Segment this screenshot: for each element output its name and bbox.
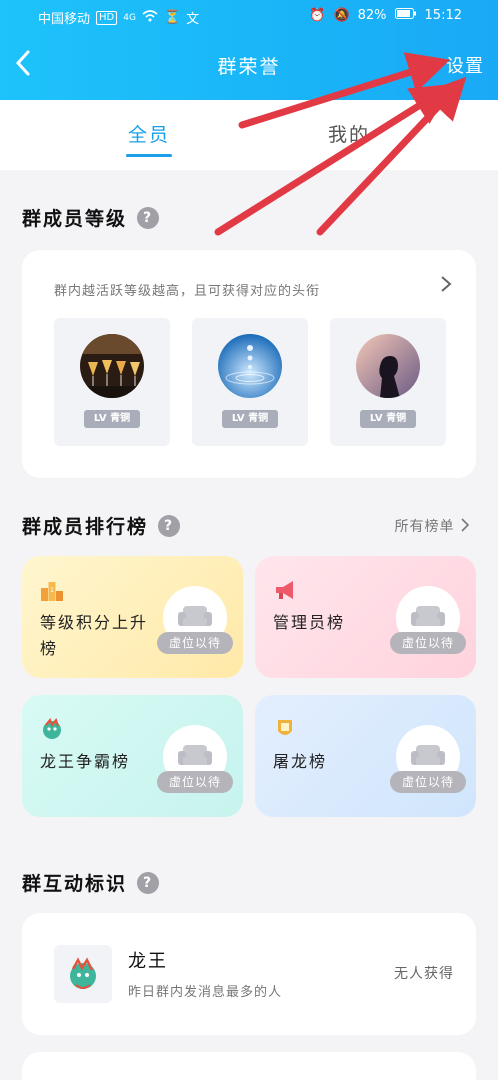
interaction-name: 龙王	[128, 951, 168, 972]
drinks-photo	[80, 334, 144, 398]
sofa-icon	[178, 745, 212, 765]
hd-badge: HD	[96, 10, 118, 25]
carrier-label: 中国移动	[38, 12, 91, 27]
translate-icon: 文	[186, 12, 200, 27]
silhouette-photo	[356, 334, 420, 398]
title-bar: 群荣誉 设置	[0, 46, 498, 86]
ranking-section-title: 群成员排行榜 ?	[22, 512, 181, 539]
levels-title-text: 群成员等级	[22, 208, 128, 230]
wifi-icon	[142, 9, 158, 26]
dragon-icon	[54, 945, 112, 1003]
medal-icon	[273, 717, 295, 739]
rank-card-dragon-king[interactable]: 龙王争霸榜 虚位以待	[22, 695, 243, 817]
avatar	[80, 334, 144, 398]
rank-label: 管理员榜	[273, 613, 346, 632]
status-bar: 中国移动 HD 4G ⏳ 文 ⏰ 🔕 82% 15:12	[0, 8, 498, 28]
levels-description: 群内越活跃等级越高，且可获得对应的头衔	[54, 284, 321, 299]
clock-label: 15:12	[424, 8, 462, 23]
all-lists-link[interactable]: 所有榜单	[395, 516, 470, 536]
rank-label: 屠龙榜	[273, 752, 328, 771]
settings-button[interactable]: 设置	[446, 52, 484, 78]
vacant-badge: 虚位以待	[390, 632, 466, 654]
sofa-icon	[411, 745, 445, 765]
rank-label: 龙王争霸榜	[40, 752, 131, 771]
interaction-description: 昨日群内发消息最多的人	[128, 985, 283, 1000]
chevron-right-icon	[460, 518, 470, 535]
svg-text:1: 1	[50, 587, 54, 594]
rank-card-admin[interactable]: 管理员榜 虚位以待	[255, 556, 476, 678]
tab-all[interactable]: 全员	[128, 120, 170, 147]
network-label: 4G	[123, 12, 136, 23]
chevron-right-icon[interactable]	[440, 274, 452, 298]
header-bar: 中国移动 HD 4G ⏳ 文 ⏰ 🔕 82% 15:12 群荣誉 设置	[0, 0, 498, 100]
dragon-icon	[40, 717, 62, 739]
rank-card-level-rise[interactable]: 1 等级积分上升榜 虚位以待	[22, 556, 243, 678]
megaphone-icon	[273, 578, 295, 600]
level-badge: LV 青铜	[222, 410, 278, 428]
levels-card[interactable]: 群内越活跃等级越高，且可获得对应的头衔 LV 青铜 LV 青铜 LV 青铜	[22, 250, 476, 478]
mute-icon: 🔕	[333, 8, 350, 23]
level-badge: LV 青铜	[360, 410, 416, 428]
interaction-card[interactable]: 龙王 昨日群内发消息最多的人 无人获得	[22, 913, 476, 1035]
level-badge: LV 青铜	[84, 410, 140, 428]
rank-label: 等级积分上升榜	[40, 613, 149, 658]
sofa-icon	[178, 606, 212, 626]
sofa-icon	[411, 606, 445, 626]
ranking-title-text: 群成员排行榜	[22, 516, 149, 538]
tab-bar: 全员 我的	[0, 100, 498, 170]
tab-underline	[126, 154, 172, 157]
level-item[interactable]: LV 青铜	[192, 318, 308, 446]
battery-icon	[394, 8, 417, 23]
avatar	[218, 334, 282, 398]
all-lists-label: 所有榜单	[394, 519, 455, 535]
hourglass-icon: ⏳	[163, 10, 181, 25]
help-icon[interactable]: ?	[137, 206, 160, 229]
vacant-badge: 虚位以待	[157, 771, 233, 793]
level-item[interactable]: LV 青铜	[330, 318, 446, 446]
interaction-section-title: 群互动标识 ?	[22, 869, 160, 896]
alarm-icon: ⏰	[309, 8, 326, 23]
help-icon[interactable]: ?	[137, 871, 160, 894]
help-icon[interactable]: ?	[158, 514, 181, 537]
rank-card-dragon-slayer[interactable]: 屠龙榜 虚位以待	[255, 695, 476, 817]
water-drop-photo	[218, 334, 282, 398]
page-title: 群荣誉	[217, 56, 281, 78]
vacant-badge: 虚位以待	[390, 771, 466, 793]
interaction-status: 无人获得	[394, 966, 454, 982]
battery-label: 82%	[357, 8, 387, 23]
interaction-card-next[interactable]	[22, 1052, 476, 1080]
vacant-badge: 虚位以待	[157, 632, 233, 654]
level-item[interactable]: LV 青铜	[54, 318, 170, 446]
tab-mine[interactable]: 我的	[328, 120, 370, 147]
levels-section-title: 群成员等级 ?	[22, 204, 160, 231]
avatar	[356, 334, 420, 398]
podium-icon: 1	[40, 578, 63, 601]
interaction-title-text: 群互动标识	[22, 873, 128, 895]
